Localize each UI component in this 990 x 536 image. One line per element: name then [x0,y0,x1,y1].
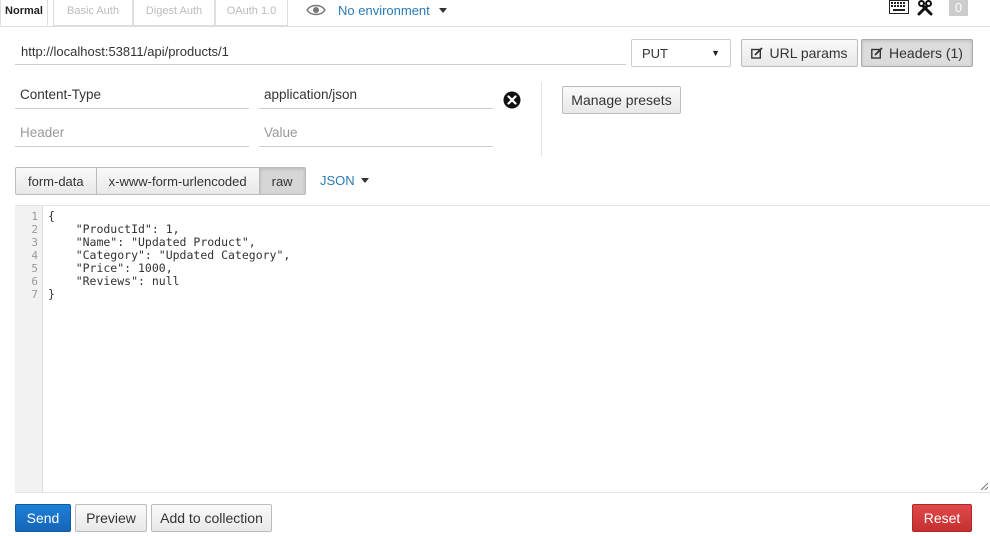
line-gutter: 1 2 3 4 5 6 7 [15,206,43,492]
edit-icon [751,47,764,59]
line-number: 7 [31,288,38,301]
header-key-new-input[interactable] [15,119,249,147]
headers-button[interactable]: Headers (1) [861,39,973,67]
tabs-divider [0,26,990,27]
format-dropdown[interactable]: JSON [320,173,369,188]
preview-button[interactable]: Preview [75,504,147,532]
line-number: 5 [31,262,38,275]
line-number: 2 [31,223,38,236]
url-params-label: URL params [769,45,848,61]
resize-handle-icon[interactable] [980,482,988,490]
header-key-input[interactable] [15,81,249,109]
chevron-down-icon [438,7,447,13]
tab-oauth[interactable]: OAuth 1.0 [215,0,288,26]
wrench-icon[interactable] [917,0,933,16]
body-type-group: form-data x-www-form-urlencoded raw [15,167,306,195]
headers-label: Headers (1) [889,45,963,61]
edit-icon [871,47,883,59]
add-to-collection-button[interactable]: Add to collection [151,504,272,532]
body-type-form-data[interactable]: form-data [15,167,97,195]
method-select[interactable]: PUT ▼ [631,39,731,67]
headers-divider [541,82,542,156]
environment-selector[interactable]: No environment [306,1,447,19]
code-line: } [48,287,55,301]
url-params-button[interactable]: URL params [741,39,858,67]
remove-header-icon[interactable] [503,91,521,109]
line-number: 6 [31,275,38,288]
body-type-raw[interactable]: raw [258,167,306,195]
reset-button[interactable]: Reset [912,504,972,532]
manage-presets-button[interactable]: Manage presets [562,86,681,114]
tab-normal[interactable]: Normal [0,0,48,26]
environment-label: No environment [338,2,430,18]
tab-digest-auth[interactable]: Digest Auth [133,0,215,26]
tab-basic-auth[interactable]: Basic Auth [53,0,133,26]
code-line: "Reviews": null [48,274,180,288]
chevron-down-icon [360,178,369,183]
line-number: 4 [31,249,38,262]
send-button[interactable]: Send [15,504,71,532]
body-type-urlencoded[interactable]: x-www-form-urlencoded [95,167,260,195]
count-badge[interactable]: 0 [949,0,968,16]
header-value-new-input[interactable] [259,119,493,147]
triangle-down-icon: ▼ [711,48,720,58]
line-number: 1 [31,210,38,223]
line-number: 3 [31,236,38,249]
format-label: JSON [320,173,355,188]
header-value-input[interactable] [259,81,493,109]
keyboard-icon[interactable] [889,0,909,14]
url-input[interactable] [15,39,626,65]
method-value: PUT [642,45,668,61]
eye-icon [306,4,326,16]
body-editor[interactable]: 1 2 3 4 5 6 7 { "ProductId": 1, "Name": … [15,205,990,493]
